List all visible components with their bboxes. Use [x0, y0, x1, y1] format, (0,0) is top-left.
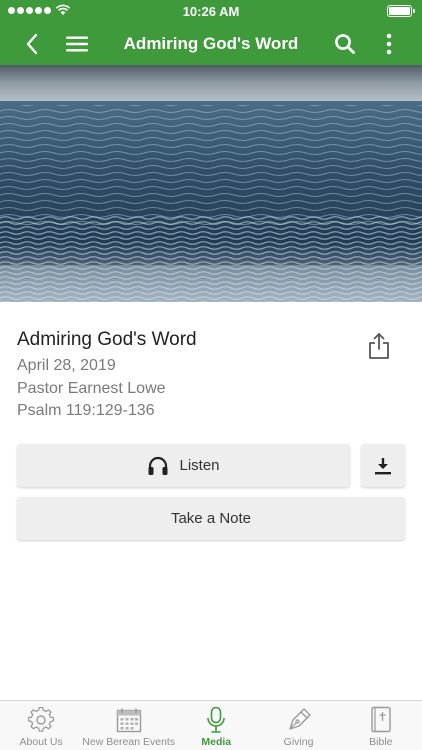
- calendar-icon: [116, 708, 141, 733]
- sermon-details: Admiring God's Word April 28, 2019 Pasto…: [17, 328, 347, 423]
- listen-button[interactable]: Listen: [17, 444, 350, 487]
- sermon-cover-image: [0, 65, 422, 302]
- battery-icon: [387, 5, 415, 17]
- search-icon: [335, 33, 355, 54]
- hamburger-menu-icon: [66, 36, 88, 51]
- pen-nib-icon: [288, 708, 311, 730]
- bible-book-icon: [371, 706, 391, 733]
- tab-label: Giving: [283, 736, 314, 748]
- gear-icon: [28, 707, 55, 732]
- chevron-left-icon: [26, 33, 38, 54]
- tab-label: New Berean Events: [82, 736, 176, 748]
- sermon-date: April 28, 2019: [17, 357, 116, 374]
- share-button[interactable]: [364, 330, 394, 362]
- nav-bar: Admiring God's Word: [0, 22, 422, 65]
- back-button[interactable]: [18, 22, 46, 65]
- tab-media[interactable]: Media: [175, 701, 257, 750]
- take-note-button[interactable]: Take a Note: [17, 497, 405, 540]
- status-time: 10:26 AM: [182, 4, 240, 19]
- menu-button[interactable]: [62, 22, 92, 65]
- sermon-title: Admiring God's Word: [17, 329, 197, 350]
- tab-label: Media: [201, 736, 232, 748]
- sermon-passage: Psalm 119:129-136: [17, 402, 155, 419]
- tab-bible[interactable]: Bible: [340, 701, 422, 750]
- status-bar: 10:26 AM: [0, 0, 422, 22]
- page-title: Admiring God's Word: [123, 34, 299, 53]
- download-icon: [375, 457, 391, 474]
- headphones-icon: [148, 456, 168, 475]
- tab-new-berean-events[interactable]: New Berean Events: [82, 701, 175, 750]
- more-vertical-icon: [386, 33, 392, 54]
- listen-label: Listen: [179, 457, 220, 474]
- tab-label: About Us: [19, 736, 63, 748]
- share-icon: [369, 333, 389, 359]
- download-button[interactable]: [361, 444, 405, 487]
- search-button[interactable]: [332, 22, 358, 65]
- microphone-icon: [207, 706, 226, 733]
- tab-bar: About Us New Berean Events Media Giving …: [0, 700, 422, 750]
- more-button[interactable]: [378, 22, 400, 65]
- tab-label: Bible: [369, 736, 393, 748]
- tab-giving[interactable]: Giving: [257, 701, 339, 750]
- sermon-speaker: Pastor Earnest Lowe: [17, 379, 166, 397]
- take-note-label: Take a Note: [170, 510, 252, 527]
- tab-about-us[interactable]: About Us: [0, 701, 82, 750]
